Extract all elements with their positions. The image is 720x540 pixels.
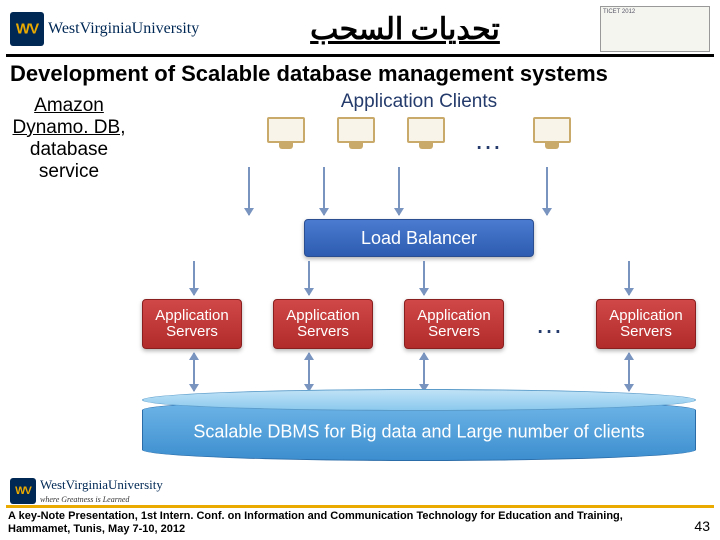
- wvu-logo-left: WestVirginiaUniversity: [10, 8, 210, 50]
- client-icon: [404, 117, 448, 163]
- arrow-double-icon: [308, 353, 310, 391]
- wv-shield-icon: [10, 478, 36, 504]
- architecture-diagram: Application Clients … Load Balancer Appl…: [128, 89, 710, 479]
- arrow-down-icon: [628, 261, 630, 295]
- wvu-footer-name: WestVirginiaUniversity: [40, 477, 163, 492]
- footnote-l1: A key-Note Presentation, 1st Intern. Con…: [8, 510, 623, 522]
- arrow-double-icon: [423, 353, 425, 391]
- amazon-caption-l2: Dynamo. DB,: [13, 117, 126, 138]
- arrow-down-icon: [323, 167, 325, 215]
- arrow-double-icon: [193, 353, 195, 391]
- ticet-logo: TICET 2012: [600, 6, 710, 52]
- amazon-caption-l4: service: [39, 161, 99, 182]
- arrow-down-icon: [423, 261, 425, 295]
- ellipsis-icon: …: [535, 318, 565, 329]
- app-server-box: Application Servers: [142, 299, 242, 349]
- arrow-down-icon: [546, 167, 548, 215]
- footnote: A key-Note Presentation, 1st Intern. Con…: [8, 510, 680, 536]
- clients-label: Application Clients: [128, 91, 710, 113]
- dbms-label: Scalable DBMS for Big data and Large num…: [142, 422, 696, 443]
- arrow-down-icon: [248, 167, 250, 215]
- wv-shield-icon: [10, 12, 44, 46]
- amazon-caption-l3: database: [30, 139, 108, 160]
- footnote-l2: Hammamet, Tunis, May 7-10, 2012: [8, 523, 185, 535]
- amazon-caption-l1: Amazon: [34, 95, 104, 116]
- load-balancer-box: Load Balancer: [304, 219, 534, 257]
- client-icon: [530, 117, 574, 163]
- content-area: Amazon Dynamo. DB, database service Appl…: [10, 89, 710, 479]
- client-icon: [264, 117, 308, 163]
- amazon-caption: Amazon Dynamo. DB, database service: [10, 95, 128, 182]
- arrow-down-icon: [308, 261, 310, 295]
- slide-subtitle: Development of Scalable database managem…: [0, 57, 720, 89]
- app-server-box: Application Servers: [596, 299, 696, 349]
- app-server-box: Application Servers: [404, 299, 504, 349]
- app-server-box: Application Servers: [273, 299, 373, 349]
- page-number: 43: [694, 518, 710, 534]
- slide-header: WestVirginiaUniversity تحديات السحب TICE…: [0, 0, 720, 54]
- clients-row: …: [128, 117, 710, 163]
- dbms-cylinder: Scalable DBMS for Big data and Large num…: [142, 399, 696, 461]
- client-icon: [334, 117, 378, 163]
- ellipsis-icon: …: [474, 134, 504, 145]
- wvu-footer-tagline: where Greatness is Learned: [40, 495, 129, 504]
- arrow-down-icon: [398, 167, 400, 215]
- arrow-down-icon: [193, 261, 195, 295]
- slide-title-arabic: تحديات السحب: [210, 12, 600, 47]
- gold-divider: [6, 505, 714, 508]
- wvu-name: WestVirginiaUniversity: [48, 20, 199, 38]
- arrow-double-icon: [628, 353, 630, 391]
- wvu-footer-text: WestVirginiaUniversity where Greatness i…: [40, 478, 163, 504]
- app-servers-row: Application Servers Application Servers …: [128, 299, 710, 349]
- wvu-logo-footer: WestVirginiaUniversity where Greatness i…: [10, 478, 163, 504]
